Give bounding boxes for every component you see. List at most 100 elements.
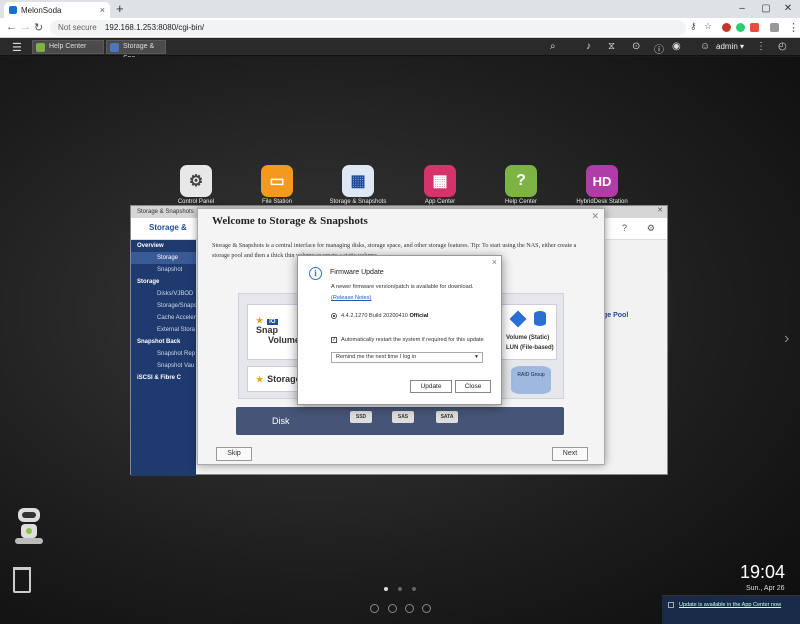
- search-icon[interactable]: ⌕: [550, 41, 556, 52]
- trash-icon[interactable]: [13, 567, 31, 593]
- welcome-title: Welcome to Storage & Snapshots: [212, 215, 368, 227]
- window-header-title: Storage &: [149, 223, 187, 232]
- background-task-icon[interactable]: ⧖: [608, 41, 615, 52]
- disk-bar: Disk SSD SAS SATA: [236, 407, 564, 435]
- browser-tab[interactable]: MelonSoda ×: [4, 2, 110, 18]
- extension-opera-icon[interactable]: [722, 23, 731, 32]
- taskbar-help-center[interactable]: Help Center: [32, 40, 104, 54]
- dashboard-icon[interactable]: ◴: [778, 41, 787, 52]
- database-icon: [534, 311, 546, 326]
- minimize-window-icon[interactable]: –: [730, 0, 754, 18]
- volume-icon[interactable]: ♪: [586, 41, 591, 52]
- storage-snapshots-icon[interactable]: ▦: [342, 165, 374, 197]
- qboost-robot-icon[interactable]: [12, 508, 46, 546]
- notification-text[interactable]: Update is available in the App Center no…: [679, 601, 789, 609]
- remind-select[interactable]: Remind me the next time I log in ▼: [331, 352, 483, 363]
- browser-menu-icon[interactable]: ⋮: [788, 21, 799, 34]
- browser-tab-bar: MelonSoda × + – ▢ ✕: [0, 0, 800, 18]
- lun-label: LUN (File-based): [506, 345, 554, 351]
- sidebar-item-external[interactable]: External Stora: [131, 324, 196, 336]
- options-icon[interactable]: ⋮: [756, 41, 766, 52]
- url-text: 192.168.1.253:8080/cgi-bin/: [104, 23, 205, 32]
- help-icon[interactable]: ?: [622, 223, 627, 233]
- welcome-close-icon[interactable]: ✕: [591, 211, 599, 222]
- dock-photo-icon[interactable]: [370, 604, 379, 613]
- settings-gear-icon[interactable]: ⚙: [647, 223, 655, 234]
- dock-video-icon[interactable]: [405, 604, 414, 613]
- key-icon[interactable]: ⚷: [690, 21, 697, 32]
- extension-green-icon[interactable]: [736, 23, 745, 32]
- page-indicator[interactable]: [398, 587, 402, 591]
- tab-close-icon[interactable]: ×: [100, 5, 105, 15]
- sidebar-item-storage-snapshots[interactable]: Storage/Snaps: [131, 300, 196, 312]
- firmware-message: A newer firmware version/patch is availa…: [331, 284, 474, 290]
- notification-badge-icon[interactable]: ◉: [672, 41, 681, 52]
- storage-label: Storage: [267, 374, 301, 384]
- file-station-icon[interactable]: ▭: [261, 165, 293, 197]
- next-button[interactable]: Next: [552, 447, 588, 461]
- next-page-chevron-icon[interactable]: ›: [784, 330, 789, 348]
- static-volume-box: Volume (Static) LUN (File-based): [501, 304, 557, 360]
- auto-restart-label: Automatically restart the system if requ…: [341, 337, 484, 343]
- user-icon[interactable]: ☺: [700, 41, 710, 52]
- sidebar-item-overview[interactable]: Overview: [131, 240, 196, 252]
- sidebar-item-snapshot-replica[interactable]: Snapshot Rep: [131, 348, 196, 360]
- control-panel-icon[interactable]: ⚙: [180, 165, 212, 197]
- star-icon[interactable]: ☆: [704, 21, 712, 32]
- release-notes-link[interactable]: (Release Notes): [331, 295, 371, 301]
- volume-label: Volume: [268, 335, 300, 345]
- extension-gray-icon[interactable]: [770, 23, 779, 32]
- external-device-icon[interactable]: ⊙: [632, 41, 640, 52]
- help-center-icon[interactable]: ?: [505, 165, 537, 197]
- info-icon: i: [309, 267, 322, 280]
- sidebar-item-iscsi[interactable]: iSCSI & Fibre C: [131, 372, 196, 384]
- sidebar-item-snapshot[interactable]: Snapshot: [131, 264, 196, 276]
- dock-search-icon[interactable]: [388, 604, 397, 613]
- sidebar-item-storage-group[interactable]: Storage: [131, 276, 196, 288]
- taskbar-storage[interactable]: Storage & Sna...: [106, 40, 166, 62]
- page-indicator-active[interactable]: [384, 587, 388, 591]
- forward-arrow-icon[interactable]: →: [20, 21, 31, 33]
- maximize-window-icon[interactable]: ▢: [754, 0, 778, 18]
- close-button[interactable]: Close: [455, 380, 491, 393]
- back-arrow-icon[interactable]: ←: [6, 21, 17, 33]
- desktop-clock: 19:04: [740, 562, 786, 582]
- main-menu-icon[interactable]: ☰: [12, 41, 22, 54]
- new-tab-button[interactable]: +: [116, 2, 124, 16]
- volume-static-label: Volume (Static): [506, 335, 550, 341]
- reload-icon[interactable]: ↻: [34, 21, 43, 34]
- tab-favicon-icon: [9, 6, 17, 14]
- taskbar-tab-label: Help Center: [49, 43, 87, 50]
- update-button[interactable]: Update: [410, 380, 452, 393]
- sidebar-item-storage[interactable]: Storage: [131, 252, 196, 264]
- page-indicator[interactable]: [412, 587, 416, 591]
- snap-label: Snap: [256, 325, 279, 335]
- version-tag: Official: [409, 313, 429, 319]
- extension-red-icon[interactable]: [750, 23, 759, 32]
- sidebar-item-cache[interactable]: Cache Acceler: [131, 312, 196, 324]
- version-number: 4.4.2.1270 Build 20200410: [341, 313, 408, 319]
- sidebar-item-snapshot-vault[interactable]: Snapshot Vau: [131, 360, 196, 372]
- storage-sidebar: Overview Storage Snapshot Storage Disks/…: [131, 240, 196, 476]
- storage-pool-box: ★ Storage: [247, 366, 301, 392]
- close-window-icon[interactable]: ✕: [776, 0, 800, 18]
- auto-restart-checkbox[interactable]: ✓: [331, 337, 337, 343]
- hybriddesk-station-icon[interactable]: HD: [586, 165, 618, 197]
- event-notification-icon[interactable]: ⓘ: [654, 41, 664, 56]
- user-menu[interactable]: admin ▾: [716, 42, 744, 51]
- app-center-notification[interactable]: Update is available in the App Center no…: [662, 595, 800, 624]
- version-radio[interactable]: [331, 313, 337, 319]
- address-bar[interactable]: Not secure 192.168.1.253:8080/cgi-bin/: [50, 20, 686, 36]
- window-close-icon[interactable]: ✕: [657, 206, 663, 214]
- sas-chip: SAS: [392, 411, 414, 423]
- dock-music-icon[interactable]: [422, 604, 431, 613]
- sidebar-item-snapshot-backup[interactable]: Snapshot Back: [131, 336, 196, 348]
- browser-toolbar: ← → ↻ Not secure 192.168.1.253:8080/cgi-…: [0, 18, 800, 38]
- firmware-dialog-title: Firmware Update: [330, 269, 384, 276]
- sidebar-item-disks[interactable]: Disks/VJBOD: [131, 288, 196, 300]
- qts-taskbar: ☰ Help Center Storage & Sna... ⌕ ♪ ⧖ ⊙ ⓘ…: [0, 38, 800, 62]
- tab-title: MelonSoda: [21, 5, 62, 15]
- app-center-icon[interactable]: ▦: [424, 165, 456, 197]
- firmware-close-icon[interactable]: ×: [492, 257, 497, 267]
- skip-button[interactable]: Skip: [216, 447, 252, 461]
